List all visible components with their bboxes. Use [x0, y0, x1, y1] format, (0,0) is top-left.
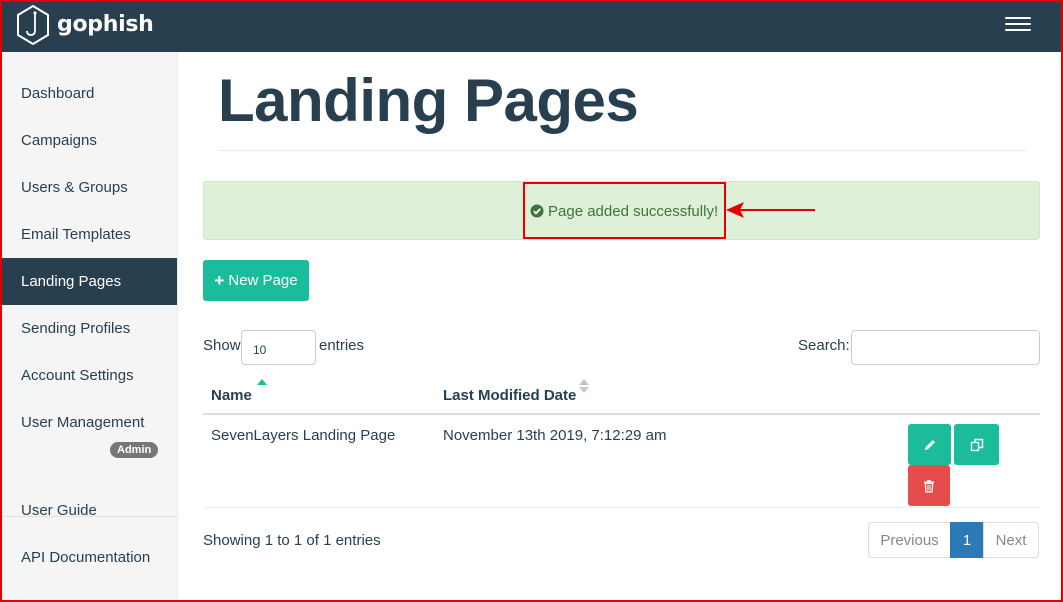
sidebar-item-user-management[interactable]: User Management: [0, 399, 177, 446]
table-cell-name: SevenLayers Landing Page: [211, 427, 396, 444]
search-input[interactable]: [851, 330, 1040, 365]
sidebar-item-user-guide[interactable]: User Guide: [0, 487, 177, 534]
copy-icon: [970, 438, 983, 451]
sort-unsorted-icon[interactable]: [579, 379, 589, 395]
show-label: Show: [203, 337, 241, 354]
sidebar-item-email-templates[interactable]: Email Templates: [0, 211, 177, 258]
sidebar-item-account-settings[interactable]: Account Settings: [0, 352, 177, 399]
table-bottom-divider: [203, 507, 1040, 508]
table-cell-modified: November 13th 2019, 7:12:29 am: [443, 427, 667, 444]
pagination-page-1[interactable]: 1: [950, 522, 984, 558]
pagination-next[interactable]: Next: [983, 522, 1039, 558]
page-title: Landing Pages: [218, 67, 639, 134]
column-header-name[interactable]: Name: [211, 387, 252, 404]
brand-name[interactable]: gophish: [57, 12, 154, 37]
new-page-button[interactable]: + New Page: [203, 260, 309, 301]
sidebar-item-dashboard[interactable]: Dashboard: [0, 70, 177, 117]
entries-per-page-select[interactable]: 10: [241, 330, 316, 365]
trash-icon: [924, 479, 934, 493]
admin-badge: Admin: [110, 442, 159, 458]
table-header-divider: [203, 413, 1040, 415]
sidebar-item-landing-pages[interactable]: Landing Pages: [0, 258, 177, 305]
sidebar: Dashboard Campaigns Users & Groups Email…: [0, 52, 178, 602]
table-info: Showing 1 to 1 of 1 entries: [203, 532, 381, 549]
annotation-highlight-box: [523, 182, 726, 239]
annotation-arrow-icon: [726, 202, 815, 218]
new-page-label: New Page: [228, 272, 298, 289]
column-header-last-modified[interactable]: Last Modified Date: [443, 387, 576, 404]
edit-button[interactable]: [908, 424, 951, 465]
gophish-logo-icon[interactable]: [16, 5, 50, 45]
sidebar-item-api-documentation[interactable]: API Documentation: [0, 534, 177, 581]
sidebar-item-campaigns[interactable]: Campaigns: [0, 117, 177, 164]
delete-button[interactable]: [908, 465, 950, 506]
title-divider: [218, 150, 1026, 151]
copy-button[interactable]: [954, 424, 999, 465]
plus-icon: +: [214, 271, 225, 290]
pagination-previous[interactable]: Previous: [868, 522, 951, 558]
top-navbar: gophish: [0, 0, 1063, 52]
sort-ascending-icon[interactable]: [257, 379, 267, 385]
sidebar-item-sending-profiles[interactable]: Sending Profiles: [0, 305, 177, 352]
pagination: Previous 1 Next: [868, 522, 1039, 558]
search-label: Search:: [798, 337, 850, 354]
menu-toggle-icon[interactable]: [1005, 17, 1031, 37]
pencil-icon: [924, 439, 935, 450]
sidebar-item-users-groups[interactable]: Users & Groups: [0, 164, 177, 211]
entries-label: entries: [319, 337, 365, 354]
